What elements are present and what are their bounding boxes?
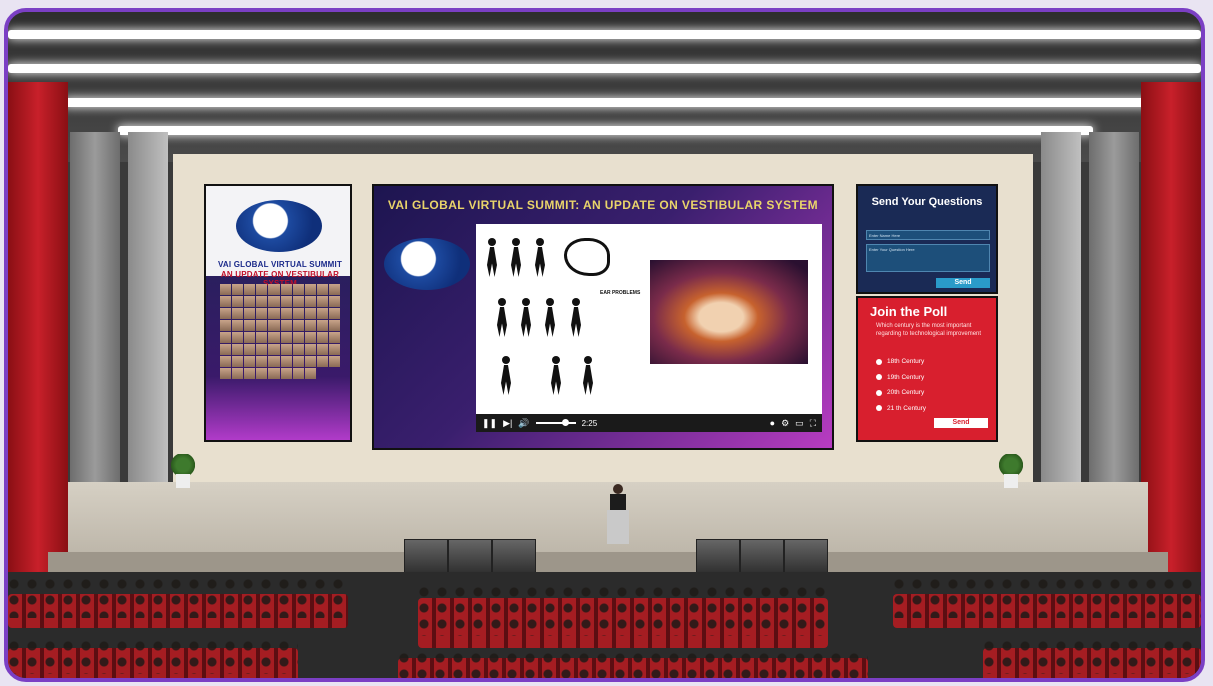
name-field[interactable]: Enter Name Here [866, 230, 990, 240]
poll-option-label: 21 th Century [887, 404, 927, 412]
poll-option[interactable]: 18th Century [876, 354, 926, 370]
left-curtain [8, 82, 68, 602]
plant-icon [168, 452, 198, 488]
stage-front [48, 552, 1168, 574]
radio-icon[interactable] [876, 389, 882, 396]
poll-title: Join the Poll [870, 304, 948, 319]
send-poll-button[interactable]: Send [934, 418, 988, 428]
radio-icon[interactable] [876, 374, 882, 381]
audience-front-center [398, 652, 868, 678]
inner-ear-image [650, 260, 808, 364]
ceiling-light [118, 126, 1093, 135]
question-field[interactable]: Enter Your Question Here [866, 244, 990, 272]
globe-logo [384, 238, 470, 290]
video-player-controls: ❚❚ ▶| 🔊 2:25 ● ⚙ ▭ ⛶ [476, 414, 822, 432]
globe-logo [236, 200, 322, 252]
left-pillar [70, 132, 120, 532]
poster-title-line1: VAI GLOBAL VIRTUAL SUMMIT [217, 260, 343, 269]
poll-option-label: 20th Century [887, 389, 925, 397]
right-pillar [1089, 132, 1139, 532]
main-video-screen: VAI GLOBAL VIRTUAL SUMMIT: AN UPDATE ON … [372, 184, 834, 450]
poll-options: 18th Century 19th Century 20th Century 2… [876, 354, 926, 416]
skip-next-icon[interactable]: ▶| [503, 418, 512, 428]
right-inner-pillar [1041, 132, 1081, 532]
presentation-slide[interactable]: EAR PROBLEMS [476, 224, 822, 414]
presenter-avatar [607, 484, 629, 544]
fullscreen-icon[interactable]: ⛶ [810, 418, 816, 428]
poll-option[interactable]: 19th Century [876, 370, 926, 386]
ear-problem-icons [484, 238, 622, 408]
poll-option-label: 18th Century [887, 358, 925, 366]
send-question-button[interactable]: Send [936, 278, 990, 288]
right-curtain [1141, 82, 1201, 602]
poll-question: Which century is the most important rega… [876, 323, 982, 337]
poll-option[interactable]: 21 th Century [876, 401, 926, 417]
theater-mode-icon[interactable]: ▭ [795, 418, 804, 428]
ceiling [8, 12, 1201, 162]
audience-front-left [8, 640, 298, 674]
summit-poster: VAI GLOBAL VIRTUAL SUMMIT AN UPDATE ON V… [204, 184, 352, 442]
volume-icon[interactable]: 🔊 [518, 418, 529, 428]
playback-time: 2:25 [581, 418, 598, 428]
ear-diagram-icon [564, 238, 610, 276]
slide-label: EAR PROBLEMS [600, 290, 641, 296]
ceiling-light [63, 98, 1153, 107]
summit-title: VAI GLOBAL VIRTUAL SUMMIT: AN UPDATE ON … [387, 198, 819, 212]
audience-right [893, 578, 1201, 618]
gear-icon[interactable]: ⚙ [781, 418, 789, 428]
audience-front-right [983, 640, 1201, 674]
left-inner-pillar [128, 132, 168, 532]
audience-left [8, 578, 348, 618]
ceiling-light [8, 64, 1201, 73]
speaker-photo-grid [220, 284, 340, 394]
auditorium-scene: VAI GLOBAL VIRTUAL SUMMIT AN UPDATE ON V… [4, 8, 1205, 682]
poll-option[interactable]: 20th Century [876, 385, 926, 401]
autoplay-icon[interactable]: ● [770, 418, 775, 428]
poll-option-label: 19th Century [887, 373, 925, 381]
radio-icon[interactable] [876, 405, 882, 412]
pause-icon[interactable]: ❚❚ [482, 418, 497, 428]
questions-panel: Send Your Questions Enter Name Here Ente… [856, 184, 998, 294]
audience-center [418, 586, 828, 636]
questions-title: Send Your Questions [871, 196, 983, 208]
poll-panel: Join the Poll Which century is the most … [856, 296, 998, 442]
radio-icon[interactable] [876, 358, 882, 365]
volume-slider[interactable] [535, 419, 576, 426]
ceiling-light [8, 30, 1201, 39]
plant-icon [996, 452, 1026, 488]
